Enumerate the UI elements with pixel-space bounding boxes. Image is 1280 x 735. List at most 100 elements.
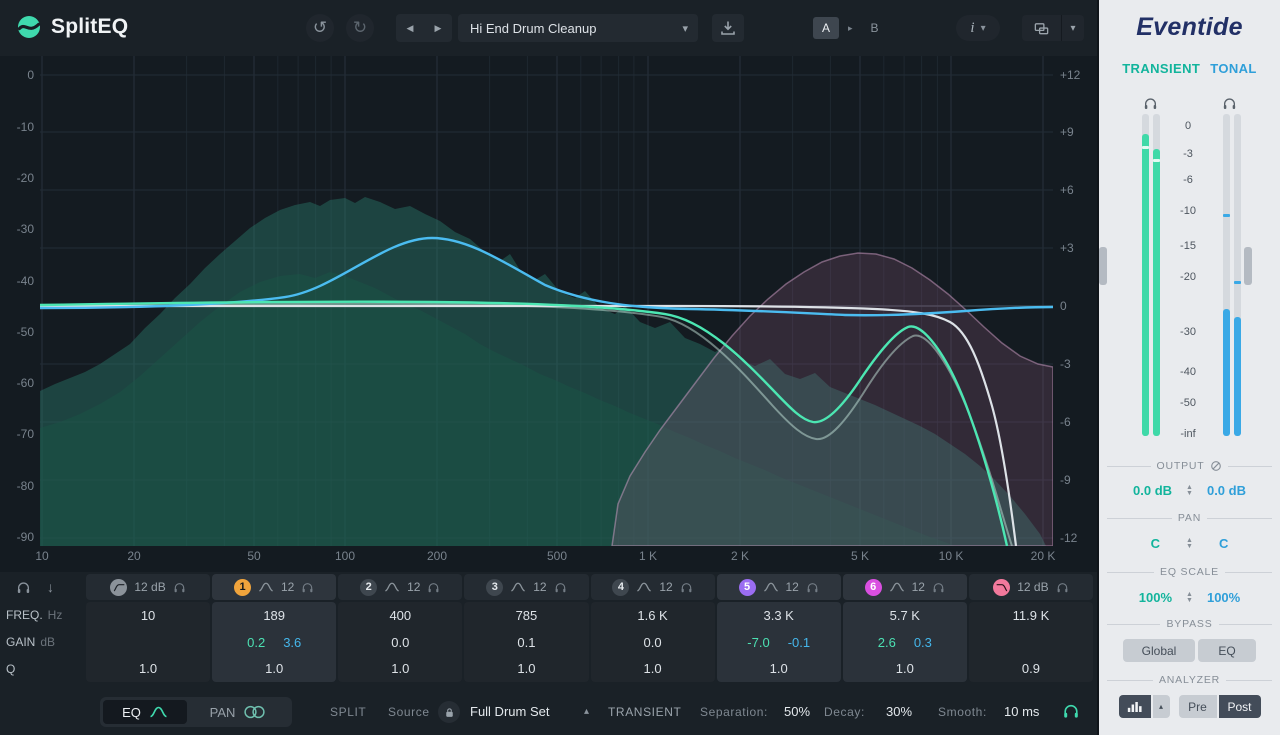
headphone-icon[interactable] (806, 581, 819, 594)
band-header-5[interactable]: 5 12 (717, 574, 841, 600)
bell-filter-icon[interactable] (510, 582, 526, 592)
band-number-badge[interactable]: 3 (486, 579, 503, 596)
undo-button[interactable]: ↺ (306, 14, 334, 42)
band-slope[interactable]: 12 dB (134, 580, 165, 594)
separation-value[interactable]: 50% (784, 704, 810, 719)
bell-filter-icon[interactable] (258, 582, 274, 592)
pan-tonal-value[interactable]: C (1219, 536, 1228, 551)
band-gain-value[interactable] (86, 629, 210, 656)
polarity-invert-icon[interactable] (1210, 460, 1222, 472)
band-number-badge[interactable]: 2 (360, 579, 377, 596)
meter-trim-handle-right[interactable] (1244, 247, 1252, 285)
band-q-value[interactable]: 1.0 (717, 655, 841, 682)
headphone-icon[interactable] (680, 581, 693, 594)
gain-scale-down-icon[interactable]: ↓ (47, 579, 54, 595)
bell-filter-icon[interactable] (384, 582, 400, 592)
band-freq-value[interactable]: 11.9 K (969, 602, 1093, 629)
headphone-icon[interactable] (932, 581, 945, 594)
band-gain-value[interactable]: 0.0 (591, 629, 715, 656)
headphone-icon[interactable] (173, 581, 186, 594)
chevron-down-icon[interactable]: ▾ (1062, 23, 1084, 34)
analyzer-toggle-button[interactable] (1119, 695, 1151, 718)
band-gain-value[interactable]: 2.60.3 (843, 629, 967, 656)
stepper-icon[interactable]: ▲▼ (1186, 538, 1193, 550)
eq-scale-transient-value[interactable]: 100% (1139, 590, 1172, 605)
meter-trim-handle-left[interactable] (1099, 247, 1107, 285)
band-freq-value[interactable]: 5.7 K (843, 602, 967, 629)
pan-view-button[interactable]: PAN (187, 700, 289, 724)
band-slope[interactable]: 12 (533, 580, 546, 594)
headphone-icon[interactable] (427, 581, 440, 594)
redo-button[interactable]: ↻ (346, 14, 374, 42)
band-freq-value[interactable]: 3.3 K (717, 602, 841, 629)
band-q-value[interactable]: 1.0 (464, 655, 588, 682)
ab-a-button[interactable]: A (813, 17, 839, 39)
tab-tonal[interactable]: TONAL (1210, 61, 1257, 76)
band-freq-value[interactable]: 400 (338, 602, 462, 629)
stepper-icon[interactable]: ▲▼ (1186, 592, 1193, 604)
band-number-badge[interactable]: 4 (612, 579, 629, 596)
band-slope[interactable]: 12 (786, 580, 799, 594)
band-q-value[interactable]: 0.9 (969, 655, 1093, 682)
band-number-badge[interactable]: 6 (865, 579, 882, 596)
band-slope[interactable]: 12 (407, 580, 420, 594)
band-slope[interactable]: 12 (659, 580, 672, 594)
band-freq-value[interactable]: 785 (464, 602, 588, 629)
band-freq-value[interactable]: 1.6 K (591, 602, 715, 629)
band-header-lowpass[interactable]: 12 dB (969, 574, 1093, 600)
band-header-1[interactable]: 1 12 (212, 574, 336, 600)
bell-filter-icon[interactable] (889, 582, 905, 592)
band-freq-value[interactable]: 189 (212, 602, 336, 629)
band-header-4[interactable]: 4 12 (591, 574, 715, 600)
analyzer-pre-button[interactable]: Pre (1179, 695, 1217, 718)
band-gain-value[interactable]: -7.0-0.1 (717, 629, 841, 656)
band-q-value[interactable]: 1.0 (212, 655, 336, 682)
eq-view-button[interactable]: EQ (103, 700, 187, 724)
transient-meter-headphone-icon[interactable] (1143, 96, 1158, 111)
band-header-6[interactable]: 6 12 (843, 574, 967, 600)
smooth-value[interactable]: 10 ms (1004, 704, 1039, 719)
analyzer-post-button[interactable]: Post (1219, 695, 1261, 718)
band-q-value[interactable]: 1.0 (843, 655, 967, 682)
transient-audition-headphone-icon[interactable] (1062, 702, 1080, 720)
source-collapse-icon[interactable]: ▴ (584, 706, 589, 717)
eq-scale-tonal-value[interactable]: 100% (1207, 590, 1240, 605)
source-lock-button[interactable] (438, 701, 460, 723)
source-type-dropdown[interactable]: Full Drum Set (470, 704, 549, 719)
headphone-icon[interactable] (554, 581, 567, 594)
info-button[interactable]: i ▾ (956, 15, 1000, 41)
pan-transient-value[interactable]: C (1151, 536, 1160, 551)
band-gain-value[interactable]: 0.23.6 (212, 629, 336, 656)
output-tonal-value[interactable]: 0.0 dB (1207, 483, 1246, 498)
decay-value[interactable]: 30% (886, 704, 912, 719)
bell-filter-icon[interactable] (763, 582, 779, 592)
preset-prev-button[interactable]: ◀ (407, 23, 414, 34)
band-q-value[interactable]: 1.0 (591, 655, 715, 682)
headphone-icon[interactable] (301, 581, 314, 594)
band-gain-value[interactable] (969, 629, 1093, 656)
eq-graph-area[interactable]: 0 -10 -20 -30 -40 -50 -60 -70 -80 -90 +1… (0, 56, 1097, 572)
band-number-badge[interactable]: 1 (234, 579, 251, 596)
band-slope[interactable]: 12 (281, 580, 294, 594)
bell-filter-icon[interactable] (636, 582, 652, 592)
band-q-value[interactable]: 1.0 (338, 655, 462, 682)
band-header-highpass[interactable]: 12 dB (86, 574, 210, 600)
gui-size-button[interactable]: ▾ (1022, 15, 1084, 41)
band-gain-value[interactable]: 0.0 (338, 629, 462, 656)
highpass-icon[interactable] (110, 579, 127, 596)
preset-dropdown[interactable]: Hi End Drum Cleanup ▾ (458, 14, 698, 42)
band-freq-value[interactable]: 10 (86, 602, 210, 629)
headphone-icon[interactable] (1056, 581, 1069, 594)
save-preset-button[interactable] (712, 14, 744, 42)
stepper-icon[interactable]: ▲▼ (1186, 485, 1193, 497)
bypass-global-button[interactable]: Global (1123, 639, 1195, 662)
tonal-meter-headphone-icon[interactable] (1222, 96, 1237, 111)
output-transient-value[interactable]: 0.0 dB (1133, 483, 1172, 498)
ab-copy-arrow-icon[interactable]: ▸ (848, 23, 853, 34)
tab-transient[interactable]: TRANSIENT (1122, 61, 1200, 76)
band-slope[interactable]: 12 (912, 580, 925, 594)
preset-next-button[interactable]: ▶ (435, 23, 442, 34)
analyzer-collapse-button[interactable]: ▴ (1153, 695, 1170, 718)
band-header-3[interactable]: 3 12 (464, 574, 588, 600)
band-q-value[interactable]: 1.0 (86, 655, 210, 682)
